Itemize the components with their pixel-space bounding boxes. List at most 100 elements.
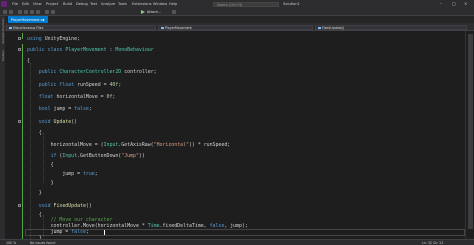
menu-analyze[interactable]: Analyze	[101, 2, 115, 6]
code-text: horizontalMove = (	[50, 142, 104, 148]
fold-toggle-icon[interactable]	[18, 204, 21, 207]
code-line-20: {	[27, 161, 54, 169]
code-text: ;	[88, 106, 92, 112]
navigation-bar: Miscellaneous Files PlayerMovement Fixed…	[5, 23, 474, 31]
editor-bottom-bar: 100 % No issues found Ln: 32 Ch: 22	[0, 239, 474, 245]
code-line-8: public float runSpeed = 40f;	[27, 81, 122, 89]
code-line-19: if (Input.GetButtonDown("Jump"))	[27, 152, 145, 160]
zoom-level[interactable]: 100 %	[6, 241, 16, 245]
forward-icon[interactable]	[9, 10, 13, 14]
fold-toggle-icon[interactable]	[18, 48, 21, 51]
code-line-27: void FixedUpdate()	[27, 202, 92, 210]
fold-toggle-icon[interactable]	[18, 120, 21, 123]
visual-studio-logo-icon	[1, 1, 7, 7]
code-text: , jump);	[224, 223, 248, 229]
keyword: false	[71, 229, 86, 235]
member-dropdown-value: FixedUpdate()	[322, 25, 345, 30]
code-text: runSpeed =	[74, 82, 110, 88]
code-text: ;	[118, 82, 122, 88]
maximize-icon[interactable]: □	[452, 1, 456, 6]
keyword: public	[38, 69, 57, 75]
code-line-17: horizontalMove = (Input.GetAxisRaw("Hori…	[27, 141, 231, 149]
code-text: .GetButtonDown(	[77, 153, 122, 159]
back-icon[interactable]	[3, 10, 7, 14]
menu-test[interactable]: Test	[90, 2, 97, 6]
code-text: {	[50, 162, 54, 168]
document-tab-strip: PlayerMovement.cs ×	[5, 16, 474, 23]
scrollbar-thumb[interactable]	[468, 34, 473, 229]
code-line-15: {	[27, 129, 42, 137]
code-text: ))	[138, 153, 145, 159]
menu-window[interactable]: Window	[153, 2, 167, 6]
code-editor[interactable]: using UnityEngine; public class PlayerMo…	[5, 31, 465, 241]
issues-indicator[interactable]: No issues found	[30, 241, 55, 245]
toolbar: Attach...	[0, 8, 474, 16]
open-file-icon[interactable]	[24, 10, 28, 14]
keyword: true	[82, 171, 95, 177]
menu-edit[interactable]: Edit	[22, 2, 29, 6]
cursor-position: Ln: 32 Ch: 22	[422, 240, 444, 245]
code-text: jump =	[50, 106, 75, 112]
class-icon	[160, 26, 164, 29]
save-icon[interactable]	[30, 10, 34, 14]
close-tab-icon[interactable]: ×	[42, 18, 45, 22]
keyword: void	[38, 119, 51, 125]
project-dropdown-value: Miscellaneous Files	[13, 25, 44, 30]
project-dropdown[interactable]: Miscellaneous Files	[6, 24, 156, 30]
close-window-icon[interactable]: ×	[464, 1, 467, 6]
undo-icon[interactable]	[45, 10, 49, 14]
vertical-scrollbar[interactable]	[465, 31, 474, 239]
code-text: {	[27, 58, 30, 64]
keyword: bool	[38, 106, 51, 112]
attach-button[interactable]: Attach...	[147, 10, 161, 14]
menu-extensions[interactable]: Extensions	[132, 2, 152, 6]
code-line-3: public class PlayerMovement : MonoBehavi…	[27, 46, 154, 54]
menu-project[interactable]: Project	[46, 2, 58, 6]
code-line-22: }	[27, 179, 54, 187]
method-name: FixedUpdate	[53, 203, 86, 209]
code-line-6: public CharacterController2D controller;	[27, 68, 157, 76]
menu-file[interactable]: File	[12, 2, 18, 6]
text-caret	[104, 229, 105, 235]
string-literal: "Jump"	[121, 153, 139, 159]
type-dropdown[interactable]: PlayerMovement	[158, 24, 313, 30]
code-text: jump =	[62, 171, 83, 177]
number-literal: 40f	[109, 82, 119, 88]
code-text: UnityEngine;	[44, 36, 81, 42]
code-text: ;	[85, 229, 89, 235]
solution-explorer-tab[interactable]: Solution Explorer	[1, 18, 5, 44]
search-placeholder: Search (Ctrl+Q)	[217, 2, 243, 7]
tab-label: PlayerMovement.cs	[11, 17, 45, 22]
type-name: Input	[62, 153, 78, 159]
method-name: Update	[53, 119, 72, 125]
solution-name: Solution1	[283, 2, 300, 6]
menu-build[interactable]: Build	[63, 2, 72, 6]
search-box[interactable]: Search (Ctrl+Q)	[213, 1, 279, 7]
code-text: .GetAxisRaw(	[118, 142, 154, 148]
menu-tools[interactable]: Tools	[118, 2, 127, 6]
csharp-file-icon	[8, 26, 12, 29]
code-text: }	[38, 190, 42, 196]
toolbox-tab[interactable]: Toolbox	[1, 50, 5, 61]
keyword: float	[59, 82, 75, 88]
change-indicator	[22, 33, 24, 39]
member-dropdown[interactable]: FixedUpdate()	[315, 24, 467, 30]
code-text: ;	[112, 94, 116, 100]
code-text: ;	[94, 171, 98, 177]
tab-playermovement[interactable]: PlayerMovement.cs ×	[8, 16, 48, 23]
toolbar-extra-icon[interactable]	[172, 10, 176, 14]
minimize-icon[interactable]: –	[440, 1, 442, 6]
code-text: controller;	[121, 69, 157, 75]
play-icon[interactable]	[141, 9, 145, 14]
menu-debug[interactable]: Debug	[76, 2, 88, 6]
menu-view[interactable]: View	[33, 2, 42, 6]
new-file-icon[interactable]	[18, 10, 22, 14]
keyword: public	[38, 82, 57, 88]
code-text: }	[50, 180, 54, 186]
save-all-icon[interactable]	[36, 10, 40, 14]
type-name: PlayerMovement	[65, 47, 107, 53]
menu-help[interactable]: Help	[169, 2, 177, 6]
fold-toggle-icon[interactable]	[18, 37, 21, 40]
redo-icon[interactable]	[51, 10, 55, 14]
type-name: CharacterController2D	[59, 69, 122, 75]
